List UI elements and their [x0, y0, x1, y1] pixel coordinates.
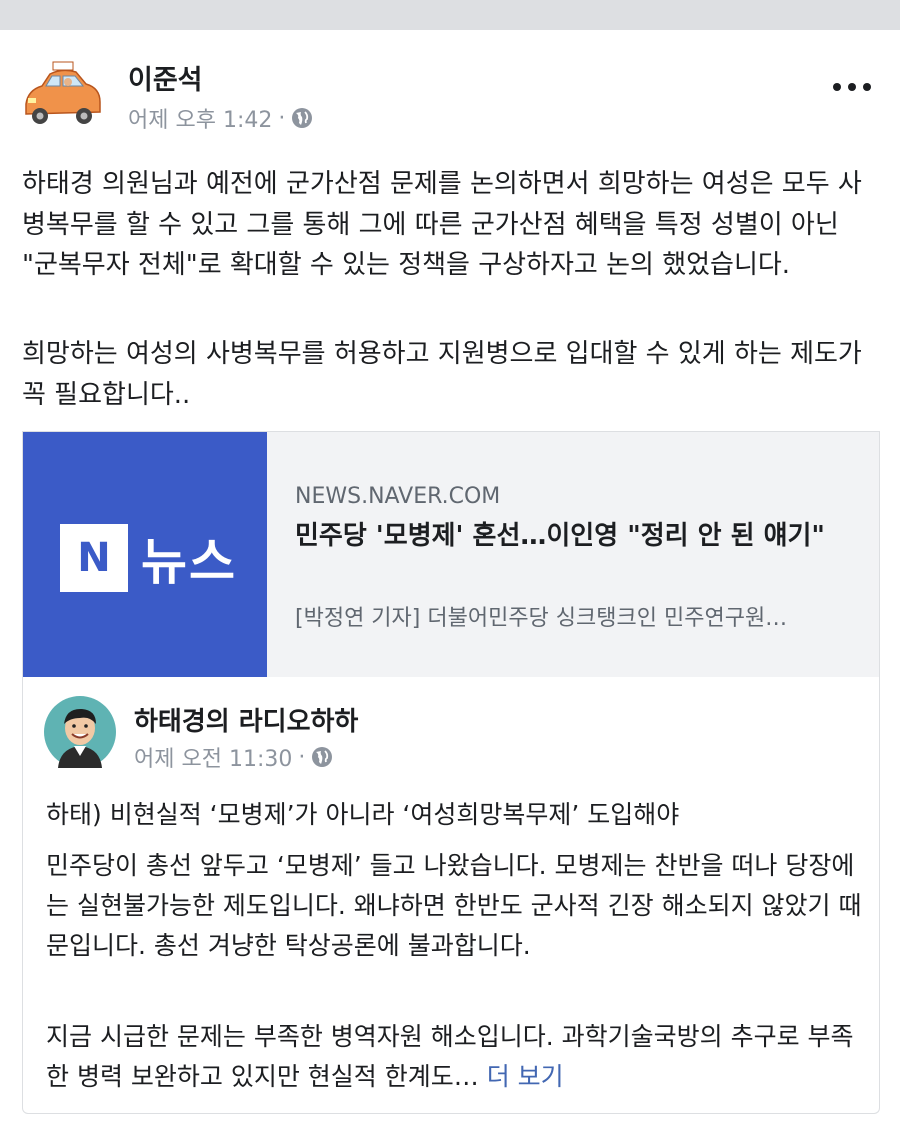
link-preview-card[interactable]: N 뉴스 NEWS.NAVER.COM 민주당 '모병제' 혼선…이인영 "정리…: [22, 431, 880, 678]
shared-post-meta: 어제 오전 11:30 ·: [134, 741, 333, 773]
link-domain: NEWS.NAVER.COM: [295, 484, 501, 509]
meta-separator: ·: [298, 744, 306, 770]
top-divider: [0, 0, 900, 30]
meta-separator: ·: [278, 105, 286, 131]
more-options-button[interactable]: [830, 72, 874, 102]
shared-author-avatar[interactable]: [44, 696, 116, 768]
shared-post-paragraph: 하태) 비현실적 ‘모병제’가 아니라 ‘여성희망복무제’ 도입해야: [46, 800, 680, 829]
shared-post-timestamp[interactable]: 어제 오전 11:30: [134, 741, 292, 773]
globe-icon: [292, 108, 313, 128]
globe-icon: [312, 747, 333, 767]
post-meta: 어제 오후 1:42 ·: [128, 102, 313, 134]
more-dot-icon: [833, 83, 841, 91]
post-paragraph: 희망하는 여성의 사병복무를 허용하고 지원병으로 입대할 수 있게 하는 제도…: [22, 339, 862, 410]
shared-post-paragraph: 지금 시급한 문제는 부족한 병역자원 해소입니다. 과학기술국방의 추구로 부…: [46, 1017, 866, 1097]
author-name[interactable]: 이준석: [128, 58, 203, 97]
naver-news-wordmark: 뉴스: [141, 533, 237, 591]
see-more-link[interactable]: 더 보기: [487, 1062, 564, 1091]
naver-n-logo: N: [60, 524, 128, 592]
shared-author-name[interactable]: 하태경의 라디오하하: [134, 701, 358, 738]
link-title[interactable]: 민주당 '모병제' 혼선…이인영 "정리 안 된 얘기": [295, 518, 855, 555]
author-avatar[interactable]: [20, 56, 104, 130]
more-dot-icon: [863, 83, 871, 91]
shared-post-paragraph: 민주당이 총선 앞두고 ‘모병제’ 들고 나왔습니다. 모병제는 찬반을 떠나 …: [46, 851, 862, 960]
post-paragraph: 하태경 의원님과 예전에 군가산점 문제를 논의하면서 희망하는 여성은 모두 …: [22, 169, 862, 280]
link-thumbnail[interactable]: N 뉴스: [23, 432, 267, 677]
shared-post-text: 지금 시급한 문제는 부족한 병역자원 해소입니다. 과학기술국방의 추구로 부…: [46, 1022, 854, 1091]
post-timestamp[interactable]: 어제 오후 1:42: [128, 102, 272, 134]
link-description: [박정연 기자] 더불어민주당 싱크탱크인 민주연구원…: [295, 606, 788, 631]
more-dot-icon: [848, 83, 856, 91]
